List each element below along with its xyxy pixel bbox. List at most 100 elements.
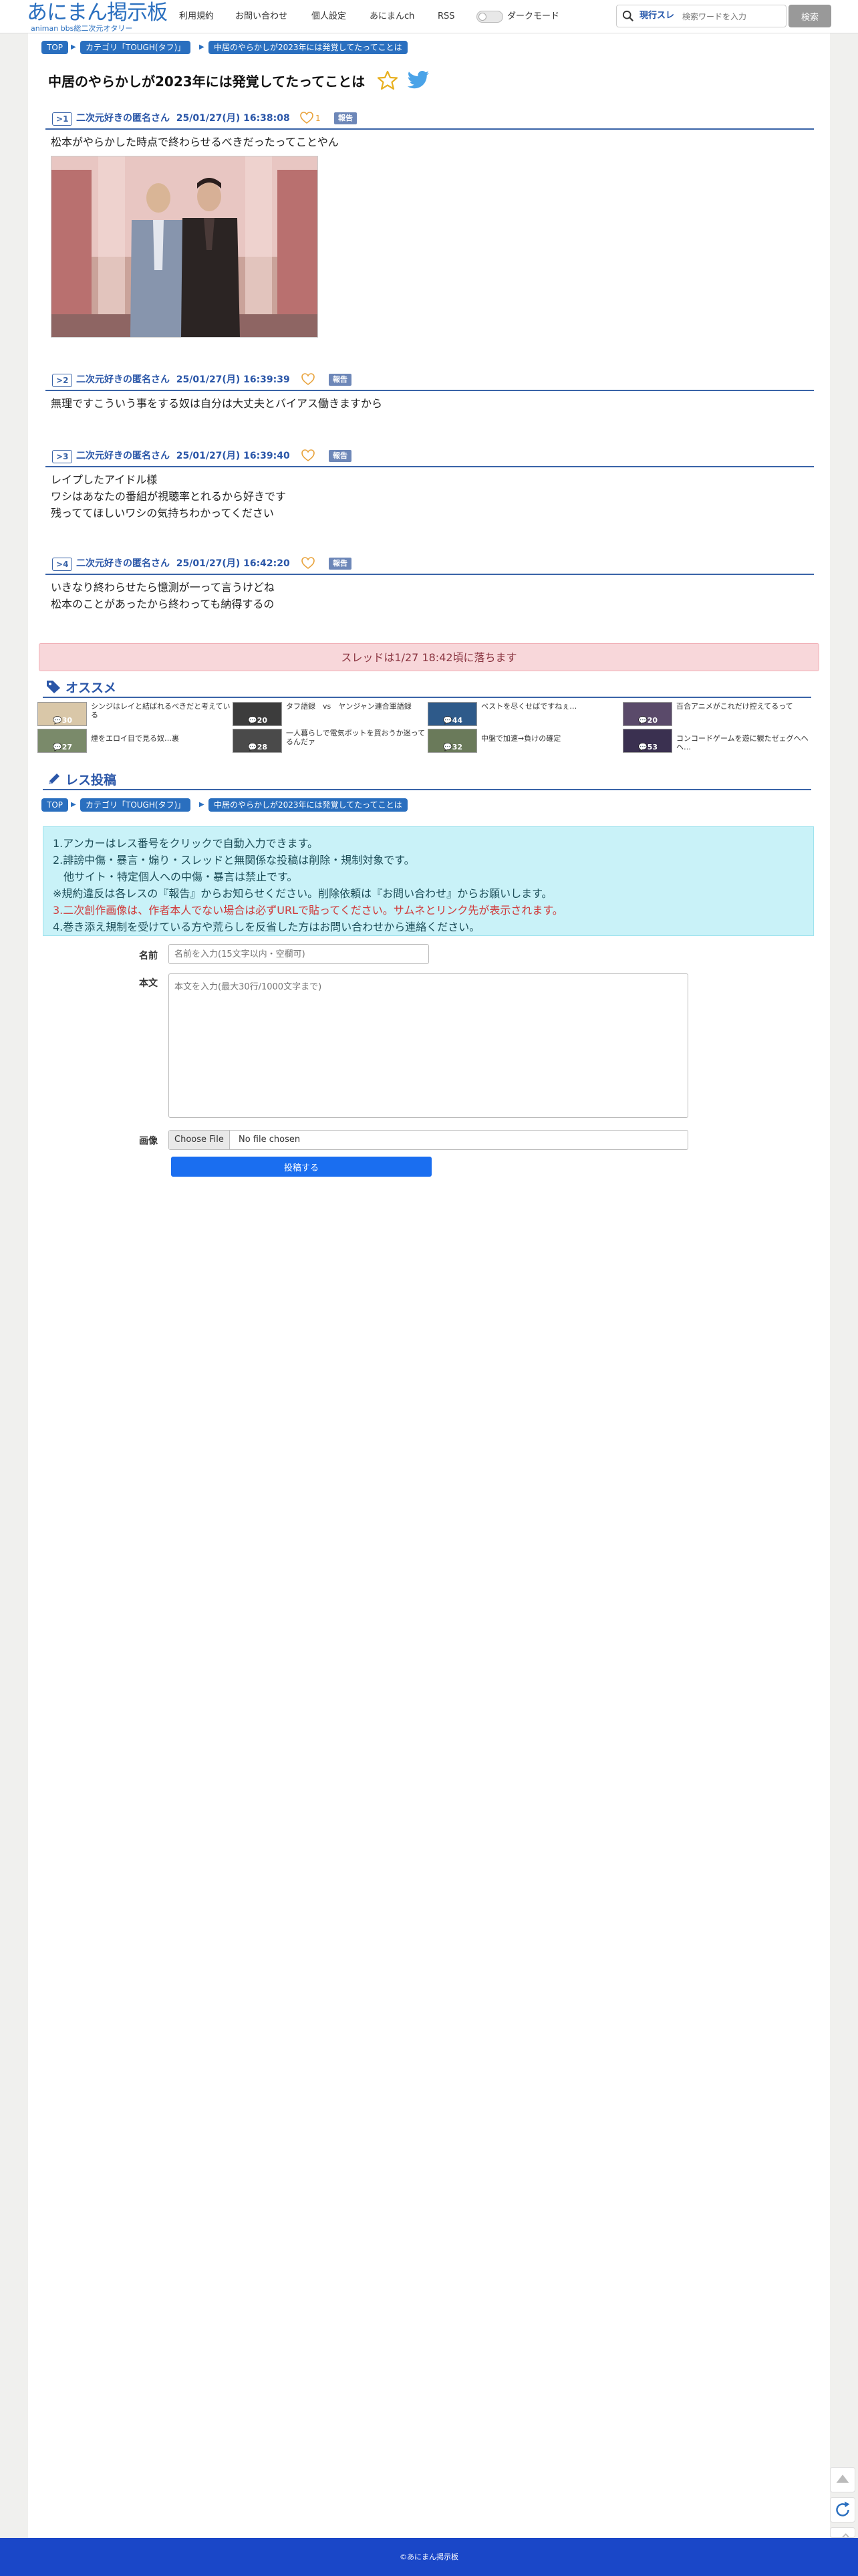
res-number[interactable]: >3 [52, 450, 73, 463]
heart-icon[interactable] [301, 556, 315, 570]
post-line: いきなり終わらせたら憶測が一って言うけどね [51, 581, 275, 594]
search-box: 現行スレ [616, 5, 786, 27]
recommend-item[interactable]: 💬30 シンジはレイと結ばれるべきだと考えている [37, 702, 231, 726]
scroll-top-button[interactable] [830, 2467, 855, 2492]
site-header: あにまん掲示板 animan bbs総二次元オタリー 利用規約 お問い合わせ 個… [0, 0, 858, 33]
search-input[interactable] [681, 8, 784, 25]
dark-mode-toggle[interactable] [476, 11, 503, 23]
breadcrumb-thread[interactable]: 中居のやらかしが2023年には発覚してたってことは [208, 41, 408, 54]
comment-count: 💬20 [248, 716, 268, 725]
recommend-item-title: ベストを尽くせばですねぇ… [481, 702, 577, 711]
recommend-item[interactable]: 💬27 煙をエロイ目で見る奴…裏 [37, 729, 231, 753]
res-number[interactable]: >4 [52, 558, 73, 571]
submit-post-button[interactable]: 投稿する [171, 1157, 432, 1177]
res-number[interactable]: >1 [52, 112, 73, 126]
name-field[interactable] [168, 944, 429, 964]
post-image[interactable] [51, 156, 318, 338]
pencil-icon [841, 2533, 849, 2537]
edit-post-button[interactable] [830, 2527, 855, 2538]
rule-line: 1.アンカーはレス番号をクリックで自動入力できます。 [53, 837, 319, 850]
comment-count: 💬32 [443, 743, 463, 751]
main-content: TOP ▶ カテゴリ「TOUGH(タフ)」 ▶ 中居のやらかしが2023年には発… [28, 33, 830, 2538]
post-line: レイプしたアイドル様 [51, 473, 158, 486]
recommend-item[interactable]: 💬28 一人暮らしで電気ポットを買おうか迷ってるんだァ [233, 729, 426, 753]
recommend-item[interactable]: 💬44 ベストを尽くせばですねぇ… [428, 702, 621, 726]
heart-icon[interactable] [299, 111, 314, 124]
breadcrumb-separator-icon: ▶ [71, 801, 76, 808]
recommend-thumbnail: 💬27 [37, 729, 87, 753]
reply-title: レス投稿 [65, 773, 117, 788]
name-label: 名前 [139, 951, 158, 961]
heart-icon[interactable] [301, 449, 315, 462]
pencil-icon [49, 774, 59, 784]
poster-name: 二次元好きの匿名さん 25/01/27(月) 16:39:40 [76, 450, 290, 462]
comment-count: 💬28 [248, 743, 268, 751]
comment-count: 💬44 [443, 716, 463, 725]
post-header: >2 二次元好きの匿名さん 25/01/27(月) 16:39:39 報告 [45, 370, 814, 391]
poster-name-text: 二次元好きの匿名さん [76, 558, 170, 569]
report-button[interactable]: 報告 [334, 112, 357, 124]
rule-line: 2.誹謗中傷・暴言・煽り・スレッドと無関係な投稿は削除・規制対象です。 [53, 854, 415, 866]
site-logo[interactable]: あにまん掲示板 animan bbs総二次元オタリー [27, 1, 168, 33]
comment-count-value: 20 [257, 716, 268, 725]
breadcrumb-category[interactable]: カテゴリ「TOUGH(タフ)」 [80, 41, 191, 54]
post-header: >4 二次元好きの匿名さん 25/01/27(月) 16:42:20 報告 [45, 554, 814, 575]
post-line: 松本のことがあったから終わっても納得するの [51, 598, 275, 610]
poster-name: 二次元好きの匿名さん 25/01/27(月) 16:38:08 [76, 112, 290, 124]
poster-name: 二次元好きの匿名さん 25/01/27(月) 16:42:20 [76, 558, 290, 570]
comment-count: 💬27 [53, 743, 73, 751]
post-date: 25/01/27(月) 16:38:08 [176, 113, 290, 124]
recommend-item[interactable]: 💬20 百合アニメがこれだけ控えてるって [623, 702, 817, 726]
recommend-thumbnail: 💬28 [233, 729, 282, 753]
toggle-knob [478, 13, 486, 21]
recommend-item[interactable]: 💬53 コンコードゲームを遊に観たゼェグヘヘヘ… [623, 729, 817, 753]
copyright-text: ©あにまん掲示板 [400, 2553, 458, 2561]
post-body: いきなり終わらせたら憶測が一って言うけどね 松本のことがあったから終わっても納得… [45, 575, 814, 616]
search-icon [622, 10, 633, 21]
post-date: 25/01/27(月) 16:42:20 [176, 558, 290, 569]
like-count: 1 [315, 114, 321, 123]
report-button[interactable]: 報告 [329, 450, 351, 462]
rule-line: 4.巻き添え規制を受けている方や荒らしを反省した方はお問い合わせから連絡ください… [53, 921, 480, 933]
breadcrumb-separator-icon: ▶ [199, 43, 204, 51]
choose-file-button[interactable]: Choose File [169, 1131, 230, 1149]
comment-count-value: 20 [647, 716, 658, 725]
comment-count: 💬30 [53, 716, 73, 725]
thread-title: 中居のやらかしが2023年には発覚してたってことは [48, 74, 366, 90]
nav-contact[interactable]: お問い合わせ [235, 0, 287, 33]
nav-rss[interactable]: RSS [438, 0, 455, 33]
breadcrumb-top[interactable]: TOP [41, 41, 69, 54]
report-button[interactable]: 報告 [329, 374, 351, 386]
posting-rules: 1.アンカーはレス番号をクリックで自動入力できます。 2.誹謗中傷・暴言・煽り・… [43, 826, 814, 936]
recommend-thumbnail: 💬20 [233, 702, 282, 726]
breadcrumb-thread[interactable]: 中居のやらかしが2023年には発覚してたってことは [208, 798, 408, 812]
nav-animanch[interactable]: あにまんch [370, 0, 414, 33]
breadcrumb-top[interactable]: TOP [41, 798, 69, 812]
comment-count-value: 28 [257, 743, 268, 751]
reload-button[interactable] [830, 2497, 855, 2523]
rule-line: ※規約違反は各レスの『報告』からお知らせください。削除依頼は『お問い合わせ』から… [53, 887, 553, 900]
recommend-item[interactable]: 💬20 タフ語録 vs ヤンジャン連合軍語録 [233, 702, 426, 726]
comment-count-value: 32 [452, 743, 463, 751]
recommend-item[interactable]: 💬32 中盤で加速→負けの確定 [428, 729, 621, 753]
breadcrumb-category[interactable]: カテゴリ「TOUGH(タフ)」 [80, 798, 191, 812]
thread-expire-notice: スレッドは1/27 18:42頃に落ちます [39, 643, 819, 671]
report-button[interactable]: 報告 [329, 558, 351, 570]
search-scope-select[interactable]: 現行スレ [639, 5, 674, 27]
site-footer: ©あにまん掲示板 [0, 2538, 858, 2576]
favorite-star-icon[interactable] [377, 70, 398, 91]
search-button[interactable]: 検索 [789, 5, 831, 27]
recommend-thumbnail: 💬32 [428, 729, 477, 753]
twitter-share-icon[interactable] [406, 70, 430, 91]
nav-terms[interactable]: 利用規約 [179, 0, 214, 33]
body-label: 本文 [139, 978, 158, 989]
image-file-input[interactable]: Choose File No file chosen [168, 1130, 688, 1150]
logo-sub-text: animan bbs総二次元オタリー [31, 24, 133, 33]
heart-icon[interactable] [301, 372, 315, 386]
body-textarea[interactable] [168, 973, 688, 1118]
recommend-thumbnail: 💬53 [623, 729, 672, 753]
nav-settings[interactable]: 個人設定 [311, 0, 346, 33]
post-1: >1 二次元好きの匿名さん 25/01/27(月) 16:38:08 1 報告 … [45, 108, 814, 346]
image-label: 画像 [139, 1136, 158, 1147]
res-number[interactable]: >2 [52, 374, 73, 387]
